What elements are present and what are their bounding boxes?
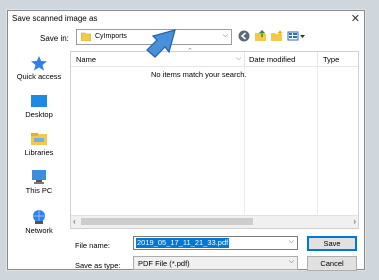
scroll-right-icon[interactable]: › xyxy=(353,217,356,226)
file-name-label: File name: xyxy=(75,241,111,250)
place-desktop[interactable]: Desktop xyxy=(10,93,68,123)
file-name-value: 2019_05_17_11_21_33.pdf xyxy=(136,238,230,248)
empty-message: No items match your search. xyxy=(151,70,247,79)
column-separator[interactable] xyxy=(244,52,245,66)
place-network[interactable]: Network xyxy=(10,209,68,239)
list-header: ⌃ Name ⌵ Date modified Type xyxy=(71,48,358,67)
place-label: Quick access xyxy=(16,72,62,81)
current-folder-name: CyImports xyxy=(95,33,127,40)
star-icon xyxy=(31,56,47,71)
places-bar: Quick access Desktop Libraries This PC N… xyxy=(10,53,68,235)
column-divider xyxy=(317,66,318,214)
cancel-button[interactable]: Cancel xyxy=(307,256,357,271)
network-icon xyxy=(33,210,45,224)
folder-icon xyxy=(81,32,91,41)
dialog-title: Save scanned image as xyxy=(12,14,98,23)
save-as-type-label: Save as type: xyxy=(75,261,121,270)
desktop-icon xyxy=(31,95,47,107)
scroll-left-icon[interactable]: ‹ xyxy=(73,217,76,226)
file-name-input[interactable]: 2019_05_17_11_21_33.pdf ⌵ xyxy=(133,236,298,250)
place-quick-access[interactable]: Quick access xyxy=(10,55,68,85)
back-icon[interactable] xyxy=(237,29,251,43)
chevron-down-icon: ⌵ xyxy=(288,258,294,265)
chevron-down-icon: ⌵ xyxy=(236,55,242,62)
place-libraries[interactable]: Libraries xyxy=(10,131,68,161)
up-folder-icon[interactable] xyxy=(254,29,268,43)
column-divider xyxy=(244,66,245,214)
libraries-icon xyxy=(31,133,47,145)
save-dialog: Save scanned image as ✕ Save in: CyImpor… xyxy=(7,10,365,271)
column-type[interactable]: Type xyxy=(323,55,339,64)
scrollbar-thumb[interactable] xyxy=(81,218,253,225)
horizontal-scrollbar[interactable]: ‹ › xyxy=(71,215,358,228)
place-this-pc[interactable]: This PC xyxy=(10,169,68,199)
column-separator[interactable] xyxy=(317,52,318,66)
new-folder-icon[interactable] xyxy=(270,29,284,43)
chevron-down-icon: ⌵ xyxy=(222,32,228,39)
chevron-down-icon[interactable]: ⌵ xyxy=(289,238,294,246)
close-icon[interactable]: ✕ xyxy=(351,12,360,25)
place-label: Libraries xyxy=(24,148,54,157)
column-name[interactable]: Name xyxy=(76,55,96,64)
place-label: Network xyxy=(25,226,53,235)
save-as-type-dropdown[interactable]: PDF File (*.pdf) ⌵ xyxy=(133,256,298,270)
view-menu-icon[interactable] xyxy=(287,29,307,43)
save-as-type-value: PDF File (*.pdf) xyxy=(138,259,190,268)
sort-caret-icon: ⌃ xyxy=(187,48,193,55)
title-bar: Save scanned image as ✕ xyxy=(8,11,364,27)
place-label: This PC xyxy=(25,186,53,195)
place-label: Desktop xyxy=(25,110,53,119)
computer-icon xyxy=(32,170,46,184)
save-button[interactable]: Save xyxy=(307,236,357,251)
save-in-label: Save in: xyxy=(40,34,69,43)
file-list[interactable]: ⌃ Name ⌵ Date modified Type No items mat… xyxy=(70,48,359,229)
column-date-modified[interactable]: Date modified xyxy=(249,55,295,64)
callout-arrow-icon xyxy=(146,29,176,58)
